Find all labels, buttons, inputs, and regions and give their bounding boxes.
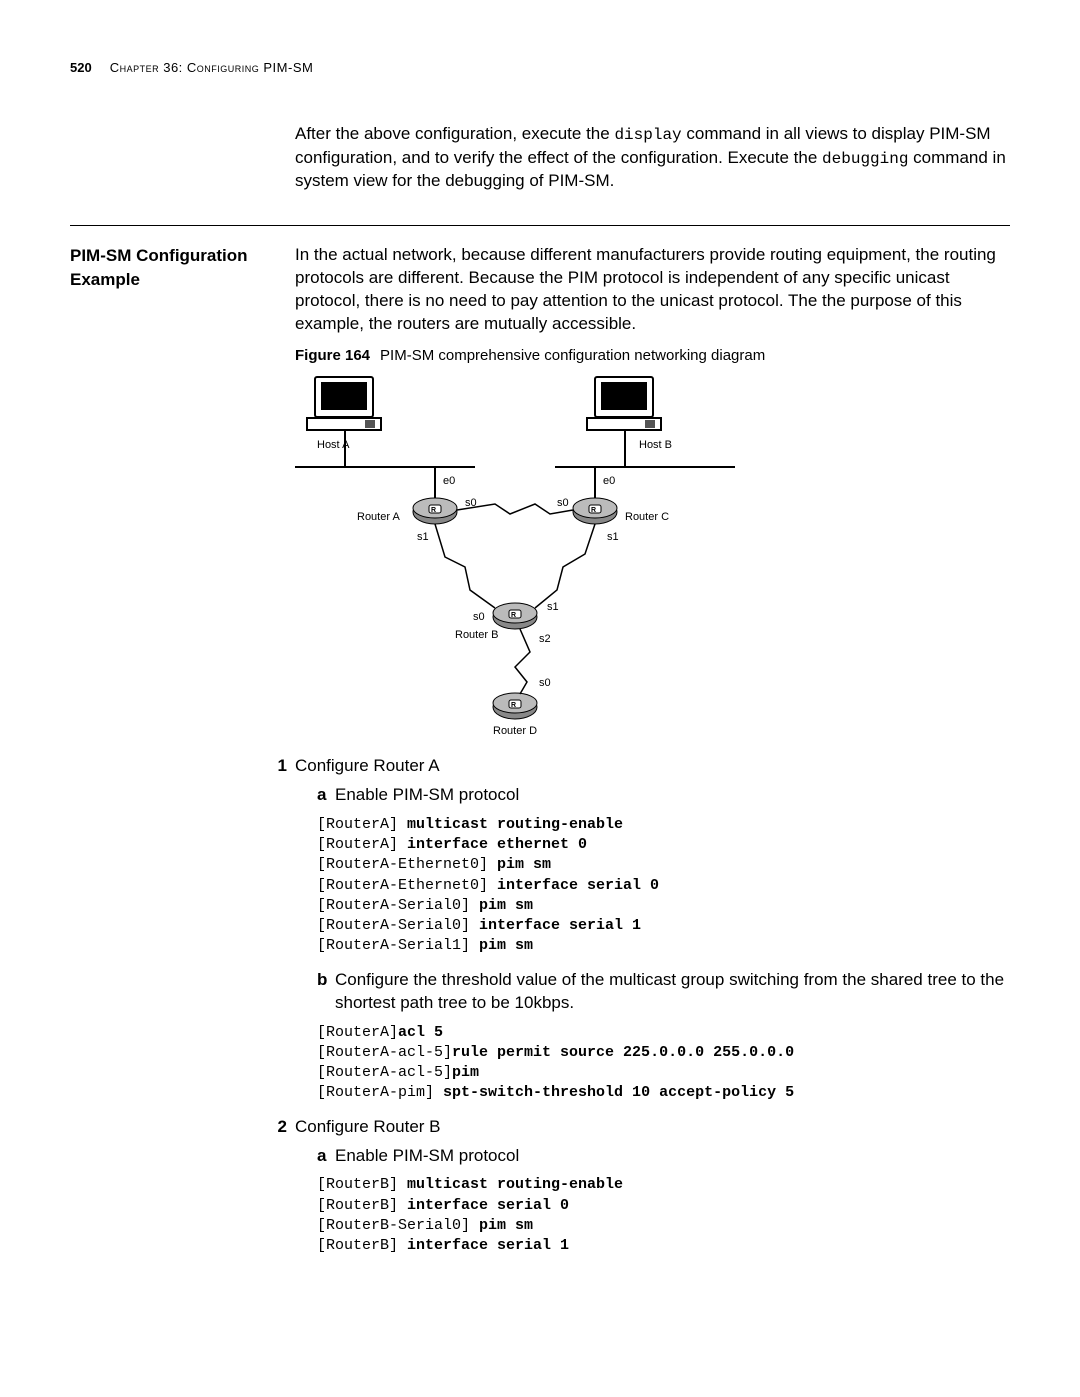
svg-text:s0: s0 [473, 611, 485, 623]
step-2-title: Configure Router B [295, 1116, 441, 1139]
page-header: 520 Chapter 36: Configuring PIM-SM [70, 60, 1010, 75]
page-number: 520 [70, 60, 92, 75]
intro-paragraph: After the above configuration, execute t… [295, 123, 1010, 193]
svg-text:R: R [511, 702, 516, 709]
step-2: 2 Configure Router B [295, 1116, 1010, 1139]
svg-text:Router C: Router C [625, 511, 669, 523]
step-1a: a Enable PIM-SM protocol [317, 784, 1010, 807]
svg-text:s1: s1 [417, 531, 429, 543]
step-1b-code: [RouterA]acl 5 [RouterA-acl-5]rule permi… [317, 1023, 1010, 1104]
host-b-icon [587, 377, 661, 430]
step-1b: b Configure the threshold value of the m… [317, 969, 1010, 1015]
inline-code-debugging: debugging [822, 150, 908, 168]
step-1: 1 Configure Router A [295, 755, 1010, 778]
svg-text:R: R [511, 612, 516, 619]
diagram-svg: Host A Host B [295, 372, 775, 742]
svg-text:s1: s1 [547, 601, 559, 613]
network-diagram: Host A Host B [295, 372, 1010, 749]
page: 520 Chapter 36: Configuring PIM-SM After… [0, 0, 1080, 1328]
host-a-icon [307, 377, 381, 430]
svg-text:e0: e0 [603, 475, 615, 487]
section-heading: PIM-SM Configuration Example [70, 244, 295, 292]
step-2a-code: [RouterB] multicast routing-enable [Rout… [317, 1175, 1010, 1256]
svg-text:R: R [431, 507, 436, 514]
router-a-icon: R [413, 498, 457, 524]
svg-text:R: R [591, 507, 596, 514]
svg-text:e0: e0 [443, 475, 455, 487]
inline-code-display: display [614, 126, 681, 144]
section-paragraph: In the actual network, because different… [295, 244, 1010, 336]
section-block: PIM-SM Configuration Example In the actu… [70, 244, 1010, 1268]
figure-caption: Figure 164PIM-SM comprehensive configura… [295, 346, 1010, 366]
router-b-icon: R [493, 603, 537, 629]
step-2a: a Enable PIM-SM protocol [317, 1145, 1010, 1168]
svg-text:Router D: Router D [493, 725, 537, 737]
svg-text:s1: s1 [607, 531, 619, 543]
svg-text:Router B: Router B [455, 629, 498, 641]
step-1a-code: [RouterA] multicast routing-enable [Rout… [317, 815, 1010, 957]
step-1-title: Configure Router A [295, 755, 440, 778]
chapter-title: Chapter 36: Configuring PIM-SM [110, 60, 314, 75]
separator [70, 225, 1010, 226]
router-d-icon: R [493, 693, 537, 719]
svg-text:s0: s0 [539, 677, 551, 689]
svg-text:Host B: Host B [639, 439, 672, 451]
svg-text:s0: s0 [557, 497, 569, 509]
svg-text:s2: s2 [539, 633, 551, 645]
router-c-icon: R [573, 498, 617, 524]
intro-block: After the above configuration, execute t… [70, 123, 1010, 203]
svg-text:Router A: Router A [357, 511, 400, 523]
